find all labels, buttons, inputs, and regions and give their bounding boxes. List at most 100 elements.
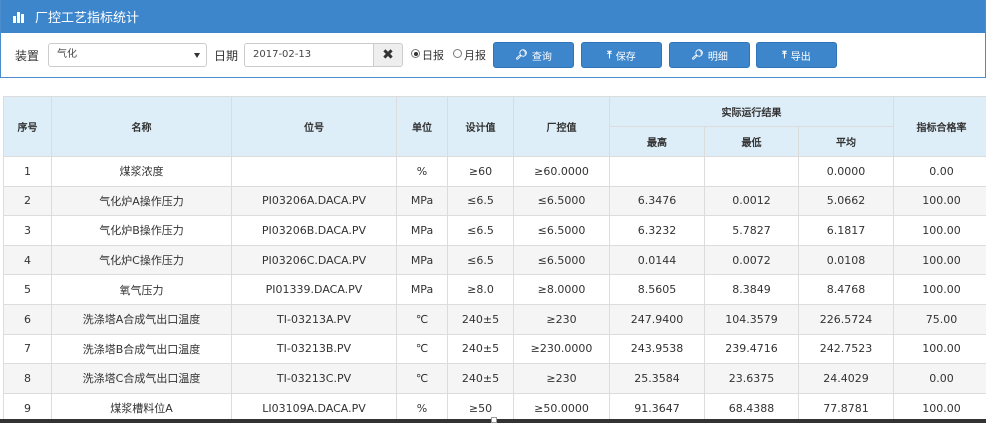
search-icon: 🔎︎	[691, 49, 704, 61]
col-header-tag[interactable]: 位号	[231, 96, 397, 157]
cell-design: ≤6.5	[447, 185, 514, 217]
clear-date-button[interactable]: ✖	[373, 43, 403, 67]
cell-seq: 6	[3, 303, 52, 335]
search-icon: 🔎︎	[515, 49, 528, 61]
query-button[interactable]: 🔎︎ 查询	[493, 42, 574, 68]
chevron-down-icon	[194, 53, 200, 58]
resize-handle[interactable]	[491, 417, 497, 423]
cell-unit: MPa	[396, 244, 448, 276]
export-button[interactable]: ⤒ 导出	[756, 42, 837, 68]
cell-design: 240±5	[447, 333, 514, 365]
cell-design: ≤6.5	[447, 215, 514, 246]
cell-rate: 100.00	[893, 333, 986, 365]
table-row[interactable]: 3 气化炉B操作压力 PI03206B.DACA.PV MPa ≤6.5 ≤6.5000 6…	[3, 215, 986, 246]
radio-day-label: 日报	[422, 49, 444, 62]
detail-button[interactable]: 🔎︎ 明细	[669, 42, 750, 68]
cell-unit: MPa	[396, 185, 448, 217]
cell-design: 240±5	[447, 363, 514, 394]
cell-tag	[231, 156, 397, 187]
cell-unit: MPa	[396, 274, 448, 305]
cell-control: ≤6.5000	[513, 215, 610, 246]
query-button-label: 查询	[531, 51, 552, 63]
table-row[interactable]: 8 洗涤塔C合成气出口温度 TI-03213C.PV ℃ 240±5 ≥230 25.358…	[3, 363, 986, 394]
radio-day[interactable]	[411, 49, 420, 58]
cell-avg: 0.0108	[797, 244, 895, 276]
table-row[interactable]: 4 气化炉C操作压力 PI03206C.DACA.PV MPa ≤6.5 ≤6.5000 0…	[3, 244, 986, 276]
cell-avg: 24.4029	[797, 363, 895, 394]
cell-tag: TI-03213C.PV	[231, 363, 397, 394]
save-button-label: 保存	[615, 51, 636, 63]
cell-design: ≥8.0	[447, 274, 514, 305]
col-header-actual-group: 实际运行结果	[608, 96, 895, 127]
cell-name: 煤浆浓度	[51, 156, 232, 187]
col-header-rate[interactable]: 指标合格率	[893, 96, 986, 157]
radio-month[interactable]	[453, 49, 462, 58]
cell-unit: ℃	[396, 363, 448, 394]
table-row[interactable]: 6 洗涤塔A合成气出口温度 TI-03213A.PV ℃ 240±5 ≥230 247.94…	[3, 303, 986, 335]
horizontal-scrollbar[interactable]	[0, 417, 986, 423]
cell-max: 6.3476	[609, 185, 705, 217]
cell-seq: 4	[3, 244, 52, 276]
cell-unit: ℃	[396, 333, 448, 365]
cell-min: 104.3579	[704, 303, 799, 335]
cell-max: 247.9400	[609, 303, 705, 335]
cell-rate: 100.00	[893, 244, 986, 276]
cell-min: 23.6375	[704, 363, 799, 394]
export-button-label: 导出	[790, 51, 811, 63]
indicator-table: 序号 名称 位号 单位 设计值 厂控值 实际运行结果 指标合格率 最高 最低 平…	[3, 96, 986, 423]
col-header-unit[interactable]: 单位	[396, 96, 448, 157]
date-input[interactable]: 2017-02-13	[244, 43, 373, 67]
cell-rate: 100.00	[893, 185, 986, 217]
table-row[interactable]: 1 煤浆浓度% ≥60 ≥60.0000 0.0000 0.00	[3, 156, 986, 187]
cell-control: ≤6.5000	[513, 244, 610, 276]
cell-max: 0.0144	[609, 244, 705, 276]
cell-min: 5.7827	[704, 215, 799, 246]
cell-rate: 0.00	[893, 156, 986, 187]
cell-min	[704, 156, 799, 187]
cell-control: ≥230	[513, 363, 610, 394]
cell-seq: 1	[3, 156, 52, 187]
cell-avg: 0.0000	[797, 156, 895, 187]
cell-name: 气化炉C操作压力	[51, 244, 232, 276]
col-header-seq[interactable]: 序号	[3, 96, 52, 157]
cell-name: 洗涤塔A合成气出口温度	[51, 303, 232, 335]
cell-rate: 75.00	[893, 303, 986, 335]
col-header-design[interactable]: 设计值	[447, 96, 514, 157]
radio-month-label: 月报	[464, 49, 486, 62]
col-header-min[interactable]: 最低	[704, 126, 799, 157]
cell-design: 240±5	[447, 303, 514, 335]
device-select[interactable]: 气化	[48, 43, 207, 67]
cell-avg: 242.7523	[797, 333, 895, 365]
cell-max: 8.5605	[609, 274, 705, 305]
cell-name: 气化炉B操作压力	[51, 215, 232, 246]
cell-name: 气化炉A操作压力	[51, 185, 232, 217]
cell-rate: 100.00	[893, 274, 986, 305]
cell-seq: 5	[3, 274, 52, 305]
query-panel: 厂控工艺指标统计 装置 气化 日期 2017-02-13 ✖ 日报 月报 🔎︎ 查…	[0, 0, 986, 78]
table-row[interactable]: 7 洗涤塔B合成气出口温度 TI-03213B.PV ℃ 240±5 ≥230.0000 2…	[3, 333, 986, 365]
cell-name: 洗涤塔C合成气出口温度	[51, 363, 232, 394]
col-header-avg[interactable]: 平均	[797, 126, 895, 157]
device-label: 装置	[15, 49, 40, 63]
col-header-name[interactable]: 名称	[51, 96, 232, 157]
cell-avg: 8.4768	[797, 274, 895, 305]
table-row[interactable]: 2 气化炉A操作压力 PI03206A.DACA.PV MPa ≤6.5 ≤6.5000 6…	[3, 185, 986, 217]
panel-header: 厂控工艺指标统计	[1, 0, 985, 33]
table-row[interactable]: 5 氧气压力 PI01339.DACA.PV MPa ≥8.0 ≥8.0000 8.5605…	[3, 274, 986, 305]
cell-tag: PI03206A.DACA.PV	[231, 185, 397, 217]
detail-button-label: 明细	[707, 51, 728, 63]
cell-min: 239.4716	[704, 333, 799, 365]
col-header-control[interactable]: 厂控值	[513, 96, 610, 157]
page-title: 厂控工艺指标统计	[35, 11, 140, 26]
cell-max: 6.3232	[609, 215, 705, 246]
cell-tag: TI-03213B.PV	[231, 333, 397, 365]
cell-seq: 7	[3, 333, 52, 365]
cell-max: 243.9538	[609, 333, 705, 365]
filter-toolbar: 装置 气化 日期 2017-02-13 ✖ 日报 月报 🔎︎ 查询 ⤒ 保存 🔎︎ 明…	[1, 33, 985, 77]
save-button[interactable]: ⤒ 保存	[581, 42, 662, 68]
cell-rate: 0.00	[893, 363, 986, 394]
cell-seq: 8	[3, 363, 52, 394]
cell-max: 25.3584	[609, 363, 705, 394]
col-header-max[interactable]: 最高	[609, 126, 705, 157]
cell-tag: PI03206B.DACA.PV	[231, 215, 397, 246]
